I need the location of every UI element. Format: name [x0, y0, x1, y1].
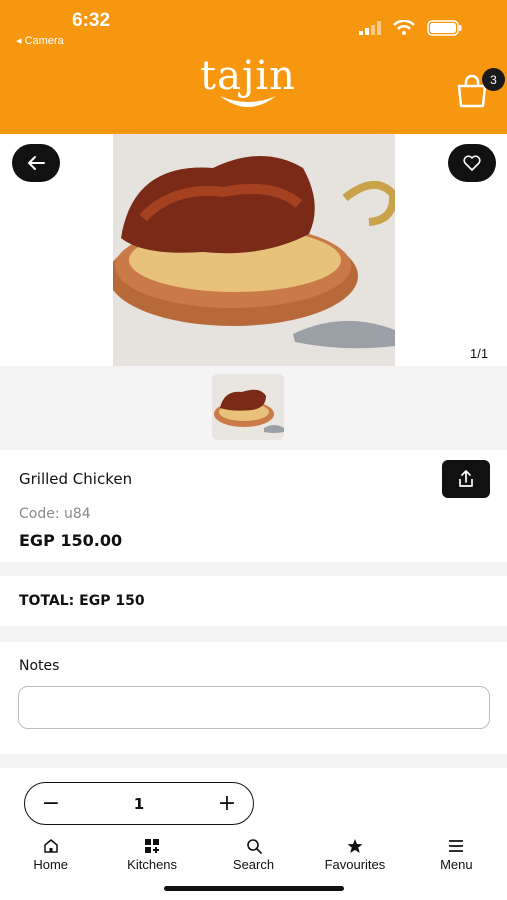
tajin-logo: tajin — [196, 56, 300, 120]
nav-item-kitchens[interactable]: Kitchens — [101, 832, 202, 880]
cart-count-badge: 3 — [482, 68, 505, 91]
arrow-left-icon — [28, 156, 45, 170]
increase-quantity-button[interactable]: + — [217, 792, 237, 814]
heart-icon — [463, 155, 481, 171]
share-button[interactable] — [442, 460, 490, 498]
menu-icon — [449, 840, 464, 852]
favourite-button[interactable] — [448, 144, 496, 182]
wifi-icon — [393, 20, 415, 35]
product-image[interactable] — [113, 134, 395, 366]
product-info-card: Grilled Chicken Code: u84 EGP 150.00 — [0, 450, 507, 562]
nav-label-home: Home — [33, 857, 69, 872]
image-counter: 1/1 — [470, 346, 489, 361]
notes-label: Notes — [19, 658, 60, 674]
product-thumbnail[interactable] — [212, 374, 284, 440]
nav-item-favourites[interactable]: Favourites — [304, 832, 405, 880]
quantity-value: 1 — [133, 794, 145, 813]
product-gallery: 1/1 — [0, 134, 507, 366]
notes-section: Notes — [0, 642, 507, 754]
nav-label-favourites: Favourites — [324, 857, 386, 872]
back-to-camera-link[interactable]: ◂ Camera — [16, 34, 64, 47]
thumbnail-strip — [0, 366, 507, 450]
status-icons — [359, 20, 463, 36]
home-indicator — [164, 886, 344, 891]
section-divider — [0, 562, 507, 576]
share-icon — [459, 470, 473, 487]
product-name: Grilled Chicken — [19, 470, 133, 488]
order-total: TOTAL: EGP 150 — [19, 593, 145, 609]
app-header: 6:32 ◂ Camera tajin 3 — [0, 0, 507, 134]
quantity-stepper: − 1 + — [24, 782, 254, 825]
section-divider — [0, 754, 507, 768]
nav-label-search: Search — [232, 857, 275, 872]
back-button[interactable] — [12, 144, 60, 182]
decrease-quantity-button[interactable]: − — [41, 792, 61, 814]
kitchens-icon — [145, 839, 160, 853]
nav-label-menu: Menu — [440, 857, 473, 872]
section-divider — [0, 626, 507, 642]
home-icon — [43, 839, 58, 853]
notes-input[interactable] — [18, 686, 490, 729]
nav-label-kitchens: Kitchens — [127, 857, 178, 872]
bottom-navigation: Home Kitchens Search Favourites Menu — [0, 832, 507, 880]
battery-icon — [427, 20, 462, 36]
total-card: TOTAL: EGP 150 — [0, 576, 507, 626]
nav-item-search[interactable]: Search — [203, 832, 304, 880]
search-icon — [246, 839, 262, 854]
star-icon — [347, 839, 363, 853]
nav-item-menu[interactable]: Menu — [406, 832, 507, 880]
product-code: Code: u84 — [19, 506, 91, 522]
status-time: 6:32 — [72, 10, 111, 31]
nav-item-home[interactable]: Home — [0, 832, 101, 880]
signal-icon — [359, 21, 381, 35]
product-price: EGP 150.00 — [19, 531, 123, 550]
